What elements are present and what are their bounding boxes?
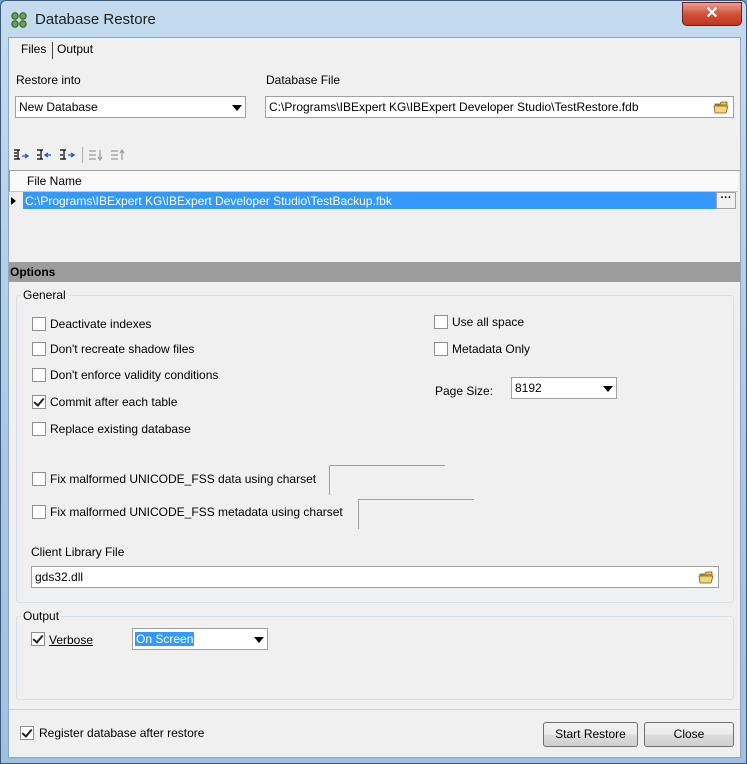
page-size-value: 8192 <box>515 381 542 395</box>
deactivate-indexes-checkbox[interactable] <box>32 317 46 331</box>
fix-metadata-charset-input[interactable] <box>358 499 474 529</box>
metadata-only-checkbox[interactable] <box>434 342 448 356</box>
commit-each-table-label: Commit after each table <box>50 395 178 409</box>
window-close-button[interactable]: ✕ <box>682 2 742 26</box>
backup-file-path: C:\Programs\IBExpert KG\IBExpert Develop… <box>25 194 392 208</box>
table-row[interactable]: C:\Programs\IBExpert KG\IBExpert Develop… <box>23 192 736 209</box>
move-up-icon[interactable] <box>110 148 126 162</box>
backup-files-grid: File Name C:\Programs\IBExpert KG\IBExpe… <box>9 170 740 263</box>
client-library-value: gds32.dll <box>35 570 84 584</box>
chevron-down-icon <box>254 637 264 643</box>
no-validity-checkbox[interactable] <box>32 368 46 382</box>
insert-file-icon[interactable] <box>36 148 52 162</box>
restore-into-value: New Database <box>19 100 98 114</box>
verbose-checkbox[interactable] <box>31 632 45 646</box>
window-title: Database Restore <box>35 11 156 28</box>
output-mode-value: On Screen <box>135 632 195 646</box>
move-down-icon[interactable] <box>88 148 104 162</box>
database-file-value: C:\Programs\IBExpert KG\IBExpert Develop… <box>269 100 639 114</box>
current-row-indicator-icon <box>11 197 16 205</box>
app-icon <box>11 12 27 28</box>
restore-into-combo[interactable]: New Database <box>15 96 246 118</box>
replace-database-label: Replace existing database <box>50 422 191 436</box>
page-size-combo[interactable]: 8192 <box>511 377 617 399</box>
replace-database-checkbox[interactable] <box>32 422 46 436</box>
fix-metadata-charset-checkbox[interactable] <box>32 505 46 519</box>
use-all-space-label: Use all space <box>452 315 525 329</box>
database-restore-window: Database Restore ✕ Files Output Restore … <box>0 0 747 764</box>
restore-into-label: Restore into <box>16 73 81 87</box>
metadata-only-label: Metadata Only <box>452 342 531 356</box>
tab-separator <box>52 42 53 59</box>
chevron-down-icon <box>232 105 242 111</box>
database-file-input[interactable]: C:\Programs\IBExpert KG\IBExpert Develop… <box>265 96 734 118</box>
client-library-label: Client Library File <box>31 545 125 559</box>
output-mode-combo[interactable]: On Screen <box>132 628 268 650</box>
browse-ellipsis-button[interactable]: ··· <box>716 192 736 209</box>
tab-output[interactable]: Output <box>57 42 93 56</box>
file-name-column-header[interactable]: File Name <box>27 174 82 188</box>
client-library-input[interactable]: gds32.dll <box>31 566 719 588</box>
use-all-space-checkbox[interactable] <box>434 315 448 329</box>
chevron-down-icon <box>603 386 613 392</box>
tab-files[interactable]: Files <box>21 42 46 56</box>
output-group <box>16 616 734 700</box>
add-file-icon[interactable] <box>13 148 29 162</box>
register-database-label: Register database after restore <box>39 726 205 740</box>
deactivate-indexes-label: Deactivate indexes <box>50 317 152 331</box>
no-shadow-files-checkbox[interactable] <box>32 342 46 356</box>
verbose-label: Verbose <box>49 633 94 647</box>
remove-file-icon[interactable] <box>59 148 75 162</box>
page-size-label: Page Size: <box>435 384 494 398</box>
grid-header: File Name <box>9 171 738 192</box>
fix-data-charset-checkbox[interactable] <box>32 472 46 486</box>
no-validity-label: Don't enforce validity conditions <box>50 368 219 382</box>
output-group-title: Output <box>21 609 62 623</box>
toolbar-separator <box>82 147 83 163</box>
database-file-label: Database File <box>266 73 341 87</box>
fix-data-charset-input[interactable] <box>329 465 445 495</box>
fix-metadata-charset-label: Fix malformed UNICODE_FSS metadata using… <box>50 505 343 519</box>
footer-divider <box>9 709 740 710</box>
options-section-header: Options <box>9 262 740 282</box>
no-shadow-files-label: Don't recreate shadow files <box>50 342 195 356</box>
dialog-client-area: Files Output Restore into New Database D… <box>8 37 741 758</box>
open-folder-icon[interactable] <box>713 99 731 116</box>
general-group-title: General <box>21 288 68 302</box>
options-title: Options <box>10 265 56 279</box>
commit-each-table-checkbox[interactable] <box>32 395 46 409</box>
close-button[interactable]: Close <box>644 722 734 747</box>
start-restore-button[interactable]: Start Restore <box>543 722 638 747</box>
open-folder-icon[interactable] <box>698 569 716 586</box>
register-database-checkbox[interactable] <box>20 726 34 740</box>
title-bar[interactable]: Database Restore ✕ <box>1 1 746 37</box>
fix-data-charset-label: Fix malformed UNICODE_FSS data using cha… <box>50 472 317 486</box>
